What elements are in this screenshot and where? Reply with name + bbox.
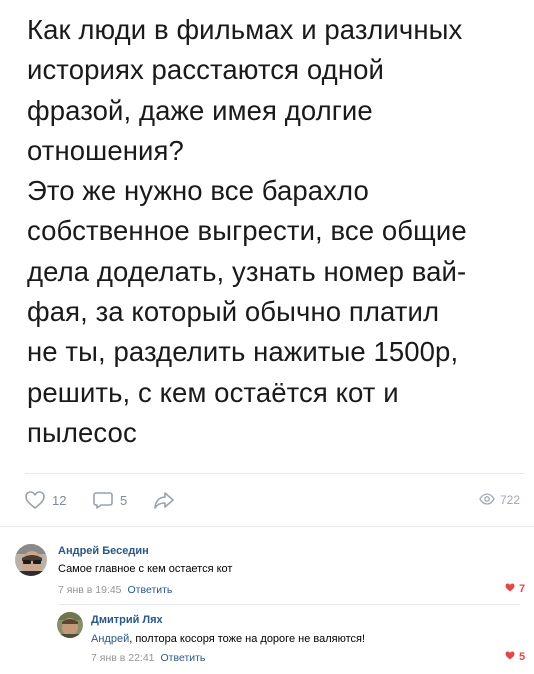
comment-date[interactable]: 7 янв в 22:41	[91, 652, 155, 664]
comments-divider	[0, 526, 534, 527]
comment-button[interactable]: 5	[92, 484, 127, 516]
comment-author[interactable]: Андрей Беседин	[58, 545, 149, 557]
comment-count: 5	[120, 492, 128, 508]
comment-date[interactable]: 7 янв в 19:45	[58, 584, 122, 596]
views-counter: 722	[479, 484, 520, 516]
avatar[interactable]	[15, 544, 47, 576]
heart-outline-icon	[24, 490, 46, 510]
comment-meta: 7 янв в 19:45 Ответить	[58, 584, 172, 596]
share-button[interactable]	[152, 484, 176, 516]
mention-link[interactable]: Андрей	[91, 633, 129, 645]
like-button[interactable]: 12	[24, 484, 66, 516]
comment-like-count: 7	[519, 583, 526, 595]
comment-like-button[interactable]: 7	[505, 583, 525, 595]
eye-icon	[479, 492, 495, 508]
like-count: 12	[52, 492, 67, 508]
share-arrow-icon	[152, 490, 176, 510]
comment-bubble-icon	[92, 490, 114, 510]
heart-filled-icon	[505, 651, 515, 663]
comment-text: Андрей, полтора косоря тоже на дороге не…	[91, 633, 365, 645]
post-actions-bar: 12 5 722	[0, 484, 534, 516]
comment-text-body: , полтора косоря тоже на дороге не валяю…	[129, 633, 366, 645]
heart-filled-icon	[505, 583, 515, 595]
post-paragraph-1: Как люди в фильмах и различных историях …	[27, 14, 463, 166]
comment-text: Самое главное с кем остается кот	[58, 563, 233, 575]
views-count: 722	[499, 493, 520, 507]
comment-like-button[interactable]: 5	[505, 651, 525, 663]
reply-button[interactable]: Ответить	[161, 652, 206, 664]
avatar[interactable]	[57, 612, 83, 638]
comment-like-count: 5	[519, 651, 526, 663]
comment-meta: 7 янв в 22:41 Ответить	[91, 652, 205, 664]
post-text: Как люди в фильмах и различных историях …	[27, 10, 527, 453]
post-divider	[25, 473, 524, 474]
post-paragraph-2: Это же нужно все барахло собственное выг…	[27, 175, 467, 448]
comment-author[interactable]: Дмитрий Лях	[91, 614, 163, 626]
comment-divider	[58, 604, 520, 605]
reply-button[interactable]: Ответить	[128, 584, 173, 596]
